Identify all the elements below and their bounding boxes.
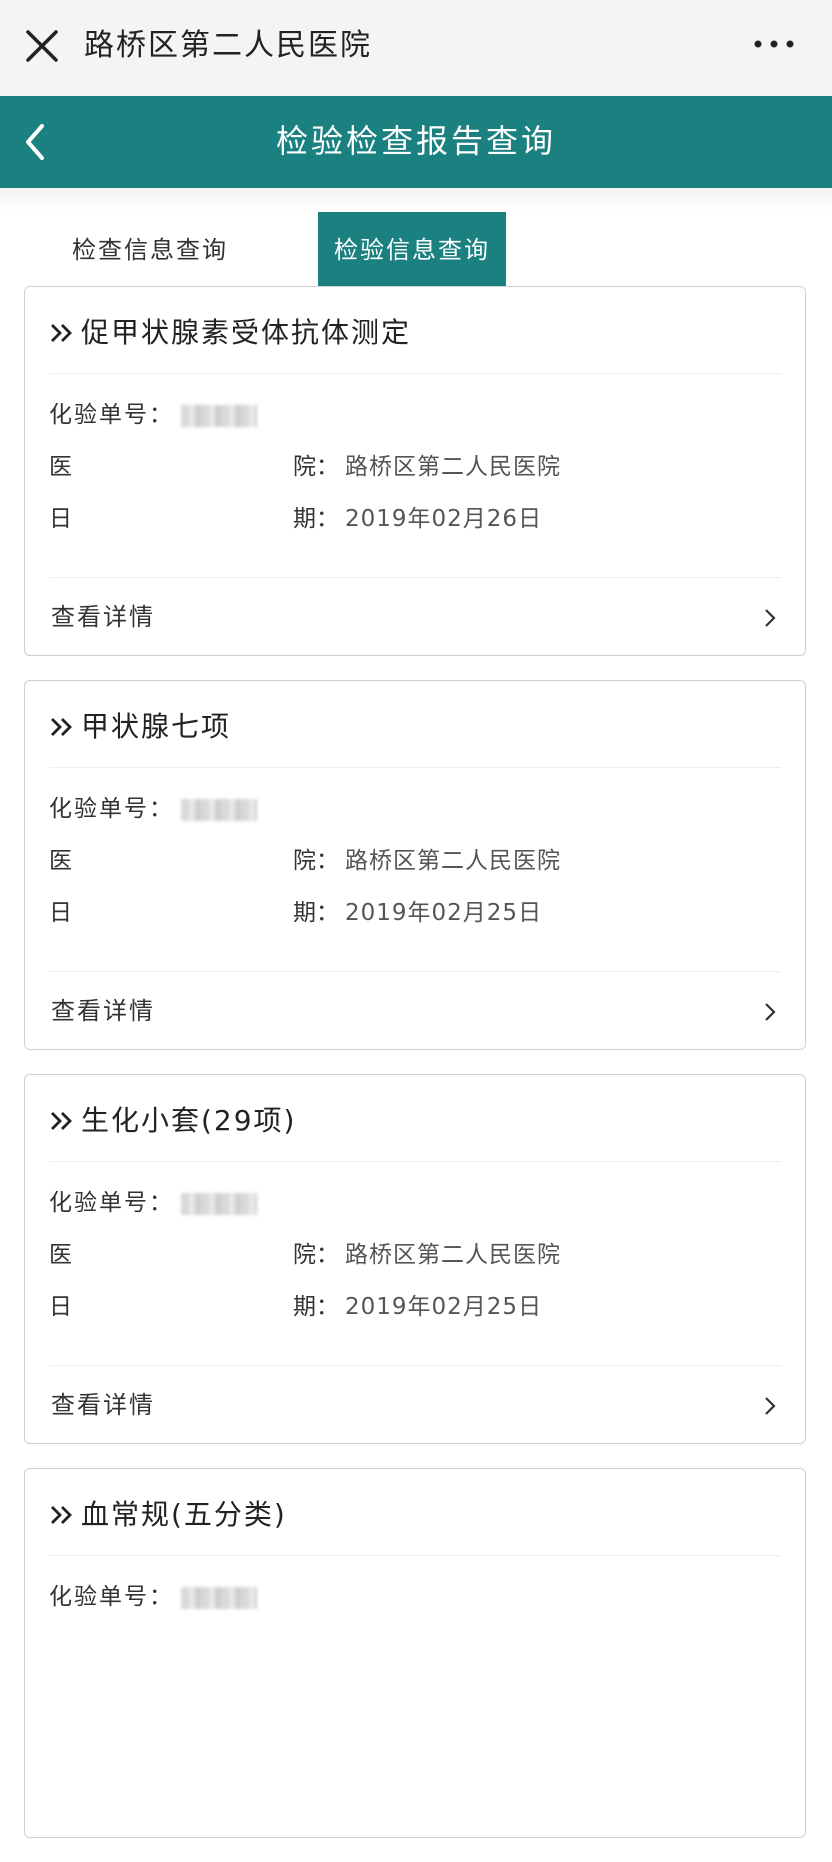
chevron-right-icon — [765, 609, 776, 627]
divider — [49, 1365, 781, 1366]
chevron-right-icon — [765, 1003, 776, 1021]
hospital-row: 医 院： 路桥区第二人民医院 — [49, 447, 781, 487]
hospital-label-left: 医 — [49, 848, 74, 874]
hospital-label-left: 医 — [49, 454, 74, 480]
order-number-blurred — [181, 799, 257, 821]
double-chevron-right-icon — [51, 1112, 72, 1130]
report-title-text: 促甲状腺素受体抗体测定 — [81, 316, 412, 349]
order-number-blurred — [181, 1587, 257, 1609]
hospital-value: 路桥区第二人民医院 — [345, 848, 561, 874]
divider — [49, 373, 781, 374]
divider — [49, 1161, 781, 1162]
date-row: 日 期： 2019年02月25日 — [49, 1287, 781, 1327]
report-title: 促甲状腺素受体抗体测定 — [49, 311, 781, 355]
hospital-row: 医 院： 路桥区第二人民医院 — [49, 1235, 781, 1275]
header-title: 检验检查报告查询 — [275, 122, 556, 160]
report-list: 促甲状腺素受体抗体测定 化验单号： 医 院： 路桥区第二人民医院 日 期： 20… — [24, 286, 806, 1862]
view-detail-label: 查看详情 — [51, 997, 155, 1025]
report-title: 甲状腺七项 — [49, 705, 781, 749]
hospital-label-left: 医 — [49, 1242, 74, 1268]
query-tabs: 检查信息查询 检验信息查询 — [0, 212, 832, 288]
divider — [49, 577, 781, 578]
report-card: 血常规(五分类) 化验单号： — [24, 1468, 806, 1838]
hospital-label-right: 院： — [293, 848, 339, 874]
chevron-right-icon — [765, 1397, 776, 1415]
date-label-left: 日 — [49, 1294, 74, 1320]
report-title-text: 生化小套(29项) — [81, 1104, 297, 1137]
date-row: 日 期： 2019年02月26日 — [49, 499, 781, 539]
date-value: 2019年02月25日 — [345, 1294, 543, 1320]
divider — [49, 1555, 781, 1556]
order-number-blurred — [181, 405, 257, 427]
order-number-row: 化验单号： — [49, 1577, 781, 1617]
report-card: 甲状腺七项 化验单号： 医 院： 路桥区第二人民医院 日 期： 2019年02月… — [24, 680, 806, 1050]
order-number-row: 化验单号： — [49, 789, 781, 829]
double-chevron-right-icon — [51, 1506, 72, 1524]
report-title-text: 甲状腺七项 — [81, 710, 232, 743]
app-header: 检验检查报告查询 — [0, 96, 832, 188]
order-number-label: 化验单号： — [49, 796, 174, 822]
more-dots-icon[interactable] — [752, 34, 796, 54]
close-icon[interactable] — [24, 28, 60, 64]
date-label-right: 期： — [293, 900, 339, 926]
date-value: 2019年02月25日 — [345, 900, 543, 926]
hospital-row: 医 院： 路桥区第二人民医院 — [49, 841, 781, 881]
double-chevron-right-icon — [51, 324, 72, 342]
hospital-label-right: 院： — [293, 454, 339, 480]
report-card: 生化小套(29项) 化验单号： 医 院： 路桥区第二人民医院 日 期： 2019… — [24, 1074, 806, 1444]
view-detail-link[interactable]: 查看详情 — [49, 1371, 781, 1437]
hospital-value: 路桥区第二人民医院 — [345, 1242, 561, 1268]
view-detail-label: 查看详情 — [51, 603, 155, 631]
view-detail-link[interactable]: 查看详情 — [49, 977, 781, 1043]
date-label-left: 日 — [49, 506, 74, 532]
order-number-label: 化验单号： — [49, 1190, 174, 1216]
divider — [49, 971, 781, 972]
report-title-text: 血常规(五分类) — [81, 1498, 287, 1531]
date-row: 日 期： 2019年02月25日 — [49, 893, 781, 933]
hospital-label-right: 院： — [293, 1242, 339, 1268]
wechat-page-title: 路桥区第二人民医院 — [84, 28, 372, 63]
date-label-left: 日 — [49, 900, 74, 926]
order-number-blurred — [181, 1193, 257, 1215]
double-chevron-right-icon — [51, 718, 72, 736]
hospital-value: 路桥区第二人民医院 — [345, 454, 561, 480]
view-detail-link[interactable]: 查看详情 — [49, 583, 781, 649]
date-label-right: 期： — [293, 1294, 339, 1320]
order-number-row: 化验单号： — [49, 395, 781, 435]
header-shadow — [0, 188, 832, 212]
report-title: 生化小套(29项) — [49, 1099, 781, 1143]
date-value: 2019年02月26日 — [345, 506, 543, 532]
divider — [49, 767, 781, 768]
order-number-row: 化验单号： — [49, 1183, 781, 1223]
order-number-label: 化验单号： — [49, 1584, 174, 1610]
report-title: 血常规(五分类) — [49, 1493, 781, 1537]
wechat-top-bar: 路桥区第二人民医院 — [0, 0, 832, 96]
tab-lab-info[interactable]: 检验信息查询 — [318, 212, 506, 288]
view-detail-label: 查看详情 — [51, 1391, 155, 1419]
tab-exam-info[interactable]: 检查信息查询 — [56, 212, 244, 288]
report-card: 促甲状腺素受体抗体测定 化验单号： 医 院： 路桥区第二人民医院 日 期： 20… — [24, 286, 806, 656]
order-number-label: 化验单号： — [49, 402, 174, 428]
date-label-right: 期： — [293, 506, 339, 532]
